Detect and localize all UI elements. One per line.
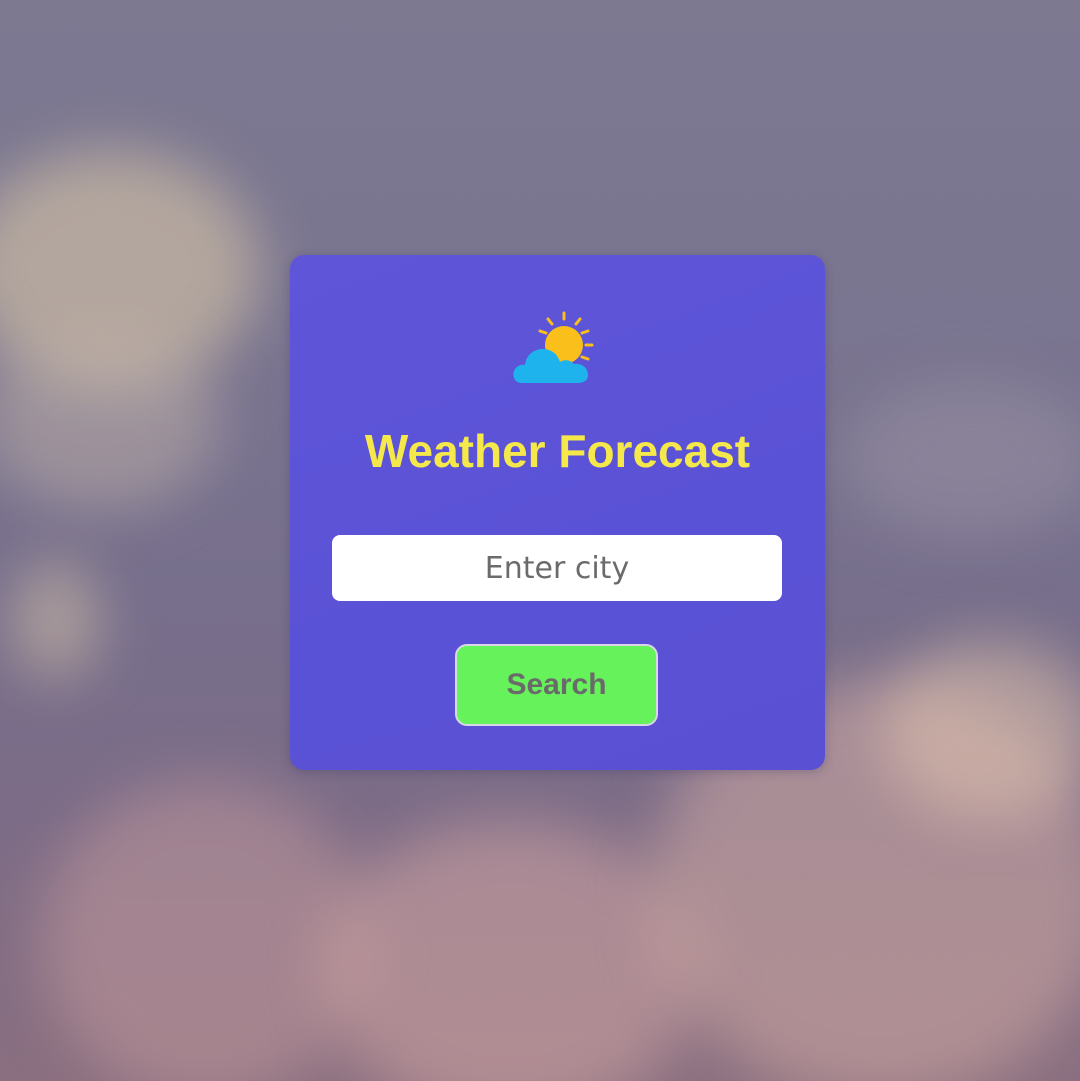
- app-title: Weather Forecast: [364, 425, 751, 477]
- search-button[interactable]: Search: [455, 644, 658, 726]
- weather-search-card: Weather Forecast Search: [290, 255, 825, 770]
- sun-behind-cloud-icon: [513, 311, 594, 383]
- city-search-input[interactable]: [332, 535, 782, 601]
